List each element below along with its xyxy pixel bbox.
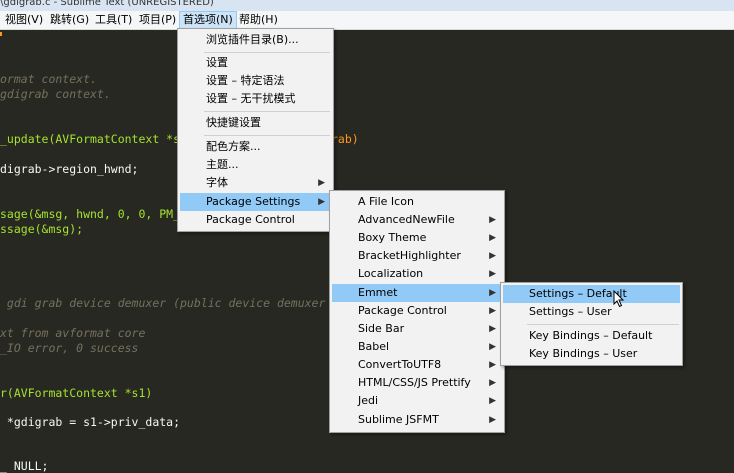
window-title: \gdigrab.c - Sublime Text (UNREGISTERED) bbox=[0, 0, 214, 8]
code-line: _ NULL; bbox=[0, 459, 49, 473]
submenu-item-a-file-icon[interactable]: A File Icon bbox=[332, 193, 502, 211]
code-line: _IO error, 0 success bbox=[0, 341, 139, 355]
menu-tools[interactable]: 工具(T) bbox=[92, 11, 135, 29]
chevron-right-icon: ▶ bbox=[489, 215, 496, 225]
emmet-settings-default[interactable]: Settings – Default bbox=[503, 285, 680, 303]
menu-item-label: 字体 bbox=[206, 176, 228, 189]
package-settings-submenu: A File Icon AdvancedNewFile ▶ Boxy Theme ▶… bbox=[329, 190, 505, 433]
menu-item-label: Emmet bbox=[358, 286, 398, 299]
menu-item-font[interactable]: 字体 ▶ bbox=[180, 174, 331, 192]
menu-item-settings-distraction-free[interactable]: 设置 – 无干扰模式 bbox=[180, 90, 331, 108]
submenu-item-package-control[interactable]: Package Control ▶ bbox=[332, 302, 502, 320]
window-title-bar: \gdigrab.c - Sublime Text (UNREGISTERED) bbox=[0, 0, 734, 11]
submenu-item-html-css-js-prettify[interactable]: HTML/CSS/JS Prettify ▶ bbox=[332, 374, 502, 392]
menu-item-label: 设置 – 特定语法 bbox=[206, 74, 285, 87]
menu-bar: 视图(V) 跳转(G) 工具(T) 项目(P) 首选项(N) 帮助(H) bbox=[0, 11, 734, 30]
menu-item-label: ConvertToUTF8 bbox=[358, 358, 442, 371]
menu-preferences[interactable]: 首选项(N) bbox=[179, 11, 237, 29]
submenu-item-sublime-jsfmt[interactable]: Sublime JSFMT ▶ bbox=[332, 411, 502, 429]
emmet-settings-user[interactable]: Settings – User bbox=[503, 303, 680, 321]
submenu-item-emmet[interactable]: Emmet ▶ bbox=[332, 284, 502, 302]
chevron-right-icon: ▶ bbox=[318, 197, 325, 207]
menu-item-label: BracketHighlighter bbox=[358, 249, 461, 262]
chevron-right-icon: ▶ bbox=[489, 251, 496, 261]
menu-item-label: Jedi bbox=[358, 394, 379, 407]
menu-item-label: 设置 bbox=[206, 56, 228, 69]
menu-view[interactable]: 视图(V) bbox=[2, 11, 46, 29]
chevron-right-icon: ▶ bbox=[489, 342, 496, 352]
menu-separator bbox=[204, 135, 330, 136]
submenu-item-babel[interactable]: Babel ▶ bbox=[332, 338, 502, 356]
code-line: ormat context. bbox=[0, 72, 97, 86]
menu-item-label: Package Settings bbox=[206, 195, 301, 208]
menu-item-key-bindings[interactable]: 快捷键设置 bbox=[180, 114, 331, 132]
menu-help[interactable]: 帮助(H) bbox=[236, 11, 281, 29]
chevron-right-icon: ▶ bbox=[489, 324, 496, 334]
chevron-right-icon: ▶ bbox=[489, 233, 496, 243]
menu-item-label: 快捷键设置 bbox=[206, 116, 261, 129]
menu-item-color-scheme[interactable]: 配色方案... bbox=[180, 138, 331, 156]
chevron-right-icon: ▶ bbox=[489, 378, 496, 388]
menu-item-settings[interactable]: 设置 bbox=[180, 54, 331, 72]
chevron-right-icon: ▶ bbox=[489, 269, 496, 279]
code-line: ssage(&msg); bbox=[0, 222, 84, 236]
code-line: digrab->region_hwnd; bbox=[0, 162, 139, 176]
menu-item-label: AdvancedNewFile bbox=[358, 213, 455, 226]
menu-item-label: 主题... bbox=[206, 158, 239, 171]
chevron-right-icon: ▶ bbox=[489, 415, 496, 425]
code-line: sage(&msg, hwnd, 0, 0, PM_ bbox=[0, 207, 181, 221]
code-line: xt from avformat core bbox=[0, 326, 146, 340]
submenu-item-converttoutf8[interactable]: ConvertToUTF8 ▶ bbox=[332, 356, 502, 374]
menu-project[interactable]: 项目(P) bbox=[136, 11, 179, 29]
menu-item-label: Side Bar bbox=[358, 322, 405, 335]
menu-item-label: Sublime JSFMT bbox=[358, 413, 439, 426]
code-line: gdigrab context. bbox=[0, 87, 111, 101]
chevron-right-icon: ▶ bbox=[489, 360, 496, 370]
preferences-menu: 浏览插件目录(B)... 设置 设置 – 特定语法 设置 – 无干扰模式 快捷键… bbox=[177, 28, 334, 232]
menu-item-label: HTML/CSS/JS Prettify bbox=[358, 376, 471, 389]
menu-item-label: A File Icon bbox=[358, 195, 414, 208]
menu-item-settings-syntax[interactable]: 设置 – 特定语法 bbox=[180, 72, 331, 90]
chevron-right-icon: ▶ bbox=[489, 306, 496, 316]
menu-item-label: Key Bindings – Default bbox=[529, 329, 653, 342]
submenu-item-advancednewfile[interactable]: AdvancedNewFile ▶ bbox=[332, 211, 502, 229]
submenu-item-jedi[interactable]: Jedi ▶ bbox=[332, 392, 502, 410]
menu-item-browse-packages[interactable]: 浏览插件目录(B)... bbox=[180, 31, 331, 49]
menu-item-label: 配色方案... bbox=[206, 140, 261, 153]
code-line: r(AVFormatContext *s1) bbox=[0, 386, 153, 400]
chevron-right-icon: ▶ bbox=[318, 178, 325, 188]
emmet-submenu: Settings – Default Settings – User Key B… bbox=[500, 282, 683, 366]
code-line: gdi grab device demuxer (public device d… bbox=[0, 296, 326, 310]
menu-item-label: 设置 – 无干扰模式 bbox=[206, 92, 296, 105]
menu-item-label: Package Control bbox=[206, 213, 295, 226]
menu-separator bbox=[527, 324, 679, 325]
submenu-item-brackethighlighter[interactable]: BracketHighlighter ▶ bbox=[332, 247, 502, 265]
menu-separator bbox=[204, 111, 330, 112]
menu-item-label: Boxy Theme bbox=[358, 231, 427, 244]
chevron-right-icon: ▶ bbox=[489, 288, 496, 298]
menu-item-label: Package Control bbox=[358, 304, 447, 317]
chevron-right-icon: ▶ bbox=[489, 396, 496, 406]
menu-separator bbox=[204, 52, 330, 53]
menu-item-label: Settings – User bbox=[529, 305, 612, 318]
code-line: *gdigrab = s1->priv_data; bbox=[0, 415, 181, 429]
emmet-key-bindings-user[interactable]: Key Bindings – User bbox=[503, 345, 680, 363]
menu-item-label: Localization bbox=[358, 267, 424, 280]
menu-goto[interactable]: 跳转(G) bbox=[47, 11, 92, 29]
menu-item-label: Babel bbox=[358, 340, 390, 353]
menu-item-label: 浏览插件目录(B)... bbox=[206, 33, 299, 46]
menu-item-package-control[interactable]: Package Control bbox=[180, 211, 331, 229]
submenu-item-side-bar[interactable]: Side Bar ▶ bbox=[332, 320, 502, 338]
menu-item-theme[interactable]: 主题... bbox=[180, 156, 331, 174]
code-line: _update(AVFormatContext *s bbox=[0, 132, 181, 146]
emmet-key-bindings-default[interactable]: Key Bindings – Default bbox=[503, 327, 680, 345]
menu-item-package-settings[interactable]: Package Settings ▶ bbox=[180, 193, 331, 211]
submenu-item-boxy-theme[interactable]: Boxy Theme ▶ bbox=[332, 229, 502, 247]
mouse-pointer-icon bbox=[613, 290, 625, 308]
text-cursor bbox=[0, 32, 2, 36]
code-line: rab) bbox=[331, 132, 359, 146]
submenu-item-localization[interactable]: Localization ▶ bbox=[332, 265, 502, 283]
menu-item-label: Key Bindings – User bbox=[529, 347, 638, 360]
